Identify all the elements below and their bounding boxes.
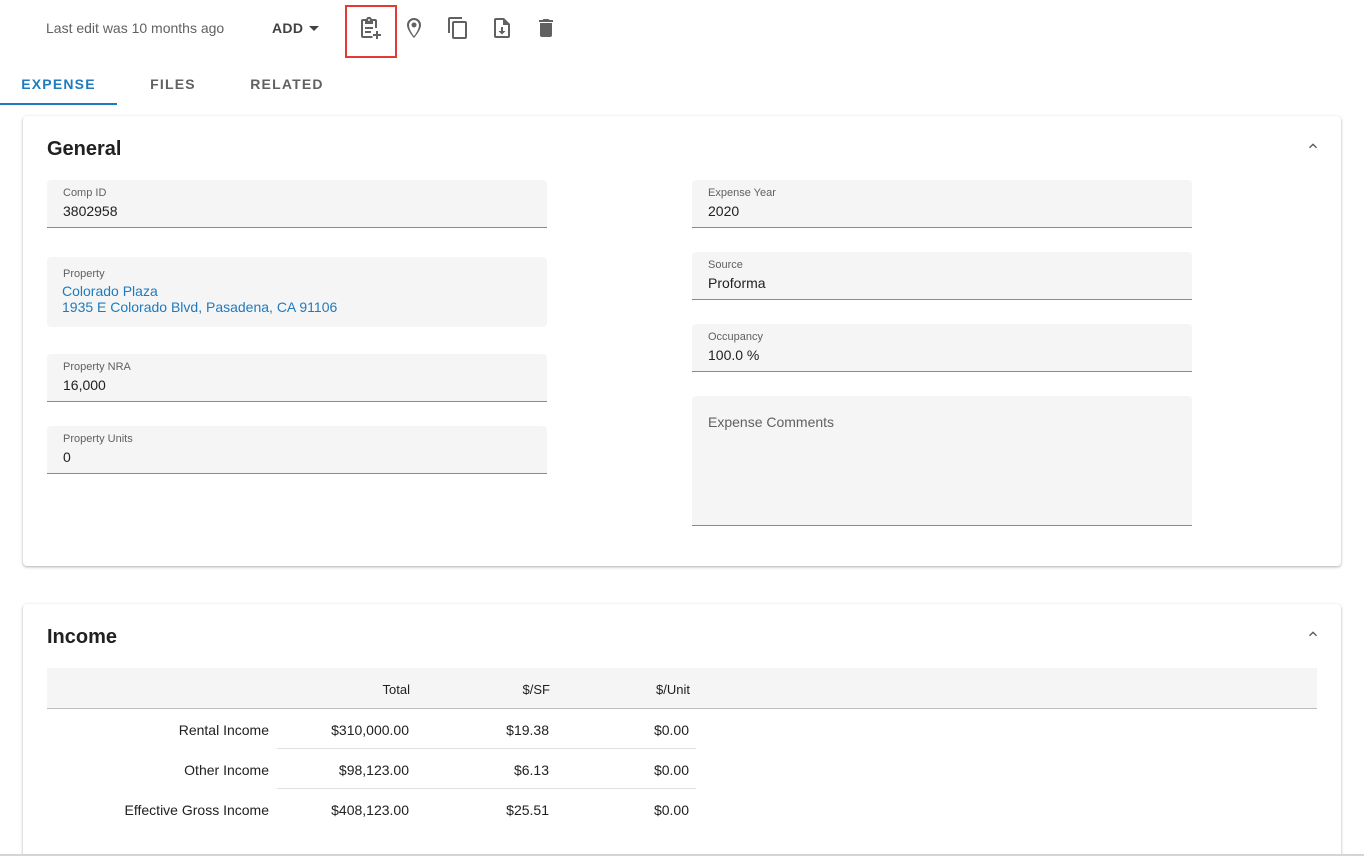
other-income-per-unit: $0.00 (653, 762, 689, 778)
comp-id-value: 3802958 (63, 203, 118, 219)
egi-total: $408,123.00 (331, 802, 409, 818)
tab-files[interactable]: FILES (132, 62, 214, 106)
row-label-other-income: Other Income (184, 762, 269, 778)
egi-per-sf: $25.51 (506, 802, 549, 818)
property-units-label: Property Units (63, 433, 133, 445)
highlight-box (345, 5, 397, 58)
other-income-total: $98,123.00 (338, 762, 409, 778)
property-field: Property Colorado Plaza 1935 E Colorado … (47, 257, 547, 327)
file-download-icon[interactable] (490, 16, 514, 40)
column-header-total: Total (382, 682, 410, 697)
income-card: Income Total $/SF $/Unit Rental Income $… (23, 604, 1341, 856)
rental-income-total: $310,000.00 (331, 722, 409, 738)
property-nra-value: 16,000 (63, 377, 106, 393)
tab-expense[interactable]: EXPENSE (0, 62, 117, 106)
collapse-general-icon[interactable] (1305, 138, 1321, 154)
property-nra-label: Property NRA (63, 361, 131, 373)
income-title: Income (47, 626, 118, 648)
row-label-rental-income: Rental Income (178, 722, 269, 738)
copy-icon[interactable] (446, 16, 470, 40)
row-label-effective-gross-income: Effective Gross Income (124, 802, 269, 818)
occupancy-label: Occupancy (708, 331, 764, 343)
expense-comments-field[interactable]: Expense Comments (692, 396, 1192, 526)
active-tab-indicator (0, 103, 117, 105)
occupancy-value: 100.0 % (708, 347, 760, 363)
map-pin-icon[interactable] (402, 16, 426, 40)
expense-year-field[interactable]: Expense Year 2020 (692, 180, 1192, 228)
other-income-per-sf: $6.13 (513, 762, 549, 778)
expense-year-value: 2020 (708, 203, 740, 219)
expense-year-label: Expense Year (708, 187, 776, 199)
source-value: Proforma (708, 275, 766, 291)
comp-id-field[interactable]: Comp ID 3802958 (47, 180, 547, 228)
property-address-link[interactable]: 1935 E Colorado Blvd, Pasadena, CA 91106 (62, 299, 337, 315)
column-header-per-sf: $/SF (522, 682, 550, 697)
income-table-header: Total $/SF $/Unit (47, 668, 1317, 709)
tab-bar: EXPENSE FILES RELATED (0, 62, 1364, 106)
property-units-field[interactable]: Property Units 0 (47, 426, 547, 474)
property-label: Property (63, 268, 105, 280)
column-header-per-unit: $/Unit (656, 682, 690, 697)
caret-down-icon (309, 25, 320, 31)
rental-income-per-sf: $19.38 (506, 722, 549, 738)
add-button[interactable]: ADD (264, 14, 327, 42)
toolbar: Last edit was 10 months ago ADD (0, 0, 1364, 58)
egi-per-unit: $0.00 (653, 802, 689, 818)
property-units-value: 0 (63, 449, 71, 465)
expense-comments-placeholder: Expense Comments (708, 414, 835, 430)
general-card: General Comp ID 3802958 Property Colorad… (23, 116, 1341, 566)
property-nra-field[interactable]: Property NRA 16,000 (47, 354, 547, 402)
collapse-income-icon[interactable] (1305, 626, 1321, 642)
add-button-label: ADD (272, 20, 304, 36)
comp-id-label: Comp ID (63, 187, 107, 199)
source-field[interactable]: Source Proforma (692, 252, 1192, 300)
tab-related[interactable]: RELATED (238, 62, 336, 106)
row-divider (277, 788, 696, 789)
trash-icon[interactable] (534, 16, 558, 40)
row-divider (277, 748, 696, 749)
property-name-link[interactable]: Colorado Plaza (62, 283, 337, 299)
general-title: General (47, 138, 122, 160)
rental-income-per-unit: $0.00 (653, 722, 689, 738)
last-edit-text: Last edit was 10 months ago (46, 20, 225, 36)
source-label: Source (708, 259, 743, 271)
occupancy-field[interactable]: Occupancy 100.0 % (692, 324, 1192, 372)
